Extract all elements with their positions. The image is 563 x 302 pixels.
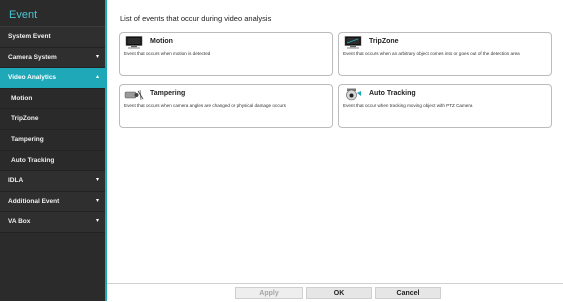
event-card-motion[interactable]: Motion Event that occurs when motion is … xyxy=(119,32,333,76)
sidebar-item-label: IDLA xyxy=(8,177,24,185)
sidebar-item-label: Tampering xyxy=(11,135,44,143)
sidebar-title: Event xyxy=(0,0,105,27)
ok-button[interactable]: OK xyxy=(306,287,372,299)
chevron-down-icon: ▾ xyxy=(95,53,99,60)
event-card-auto-tracking[interactable]: Auto Tracking Event that occur when trac… xyxy=(338,84,552,128)
card-description: Event that occurs when an arbitrary obje… xyxy=(343,51,520,56)
chevron-up-icon: ▴ xyxy=(95,74,99,81)
card-description: Event that occur when tracking moving ob… xyxy=(343,103,473,108)
cancel-button[interactable]: Cancel xyxy=(375,287,441,299)
sidebar-item-label: Auto Tracking xyxy=(11,156,55,164)
sidebar-item-label: VA Box xyxy=(8,218,31,226)
sidebar-item-va-box[interactable]: VA Box ▾ xyxy=(0,212,105,233)
ptz-camera-icon xyxy=(343,88,363,101)
sidebar-item-tampering[interactable]: Tampering xyxy=(0,129,105,151)
sidebar-item-label: Additional Event xyxy=(8,197,60,205)
card-description: Event that occurs when motion is detecte… xyxy=(124,51,211,56)
sidebar: Event System Event Camera System ▾ Video… xyxy=(0,0,107,301)
camera-tampering-icon xyxy=(124,88,144,101)
sidebar-item-label: Camera System xyxy=(8,53,57,61)
card-title: Tampering xyxy=(150,90,186,97)
card-title: Auto Tracking xyxy=(369,90,416,97)
sidebar-item-additional-event[interactable]: Additional Event ▾ xyxy=(0,191,105,213)
monitor-motion-icon xyxy=(124,36,144,49)
main-panel: List of events that occur during video a… xyxy=(107,0,563,301)
sidebar-item-auto-tracking[interactable]: Auto Tracking xyxy=(0,150,105,172)
sidebar-item-label: Motion xyxy=(11,94,33,102)
event-card-tampering[interactable]: Tampering Event that occurs when camera … xyxy=(119,84,333,128)
sidebar-item-idla[interactable]: IDLA ▾ xyxy=(0,171,105,192)
card-description: Event that occurs when camera angles are… xyxy=(124,103,286,108)
card-title: TripZone xyxy=(369,38,399,45)
chevron-down-icon: ▾ xyxy=(95,218,99,225)
chevron-down-icon: ▾ xyxy=(95,197,99,204)
sidebar-item-label: TripZone xyxy=(11,115,39,123)
sidebar-item-tripzone[interactable]: TripZone xyxy=(0,109,105,130)
apply-button[interactable]: Apply xyxy=(235,287,303,299)
sidebar-item-video-analytics[interactable]: Video Analytics ▴ xyxy=(0,68,105,89)
event-card-tripzone[interactable]: TripZone Event that occurs when an arbit… xyxy=(338,32,552,76)
sidebar-item-camera-system[interactable]: Camera System ▾ xyxy=(0,47,105,69)
footer-bar: Apply OK Cancel xyxy=(107,283,563,302)
sidebar-item-label: Video Analytics xyxy=(8,74,57,82)
sidebar-item-system-event[interactable]: System Event xyxy=(0,27,105,48)
card-title: Motion xyxy=(150,38,173,45)
sidebar-item-label: System Event xyxy=(8,33,51,40)
monitor-tripzone-icon xyxy=(343,36,363,49)
page-heading: List of events that occur during video a… xyxy=(120,14,272,23)
chevron-down-icon: ▾ xyxy=(95,177,99,184)
event-settings-window: Event System Event Camera System ▾ Video… xyxy=(0,0,563,302)
sidebar-item-motion[interactable]: Motion xyxy=(0,88,105,110)
